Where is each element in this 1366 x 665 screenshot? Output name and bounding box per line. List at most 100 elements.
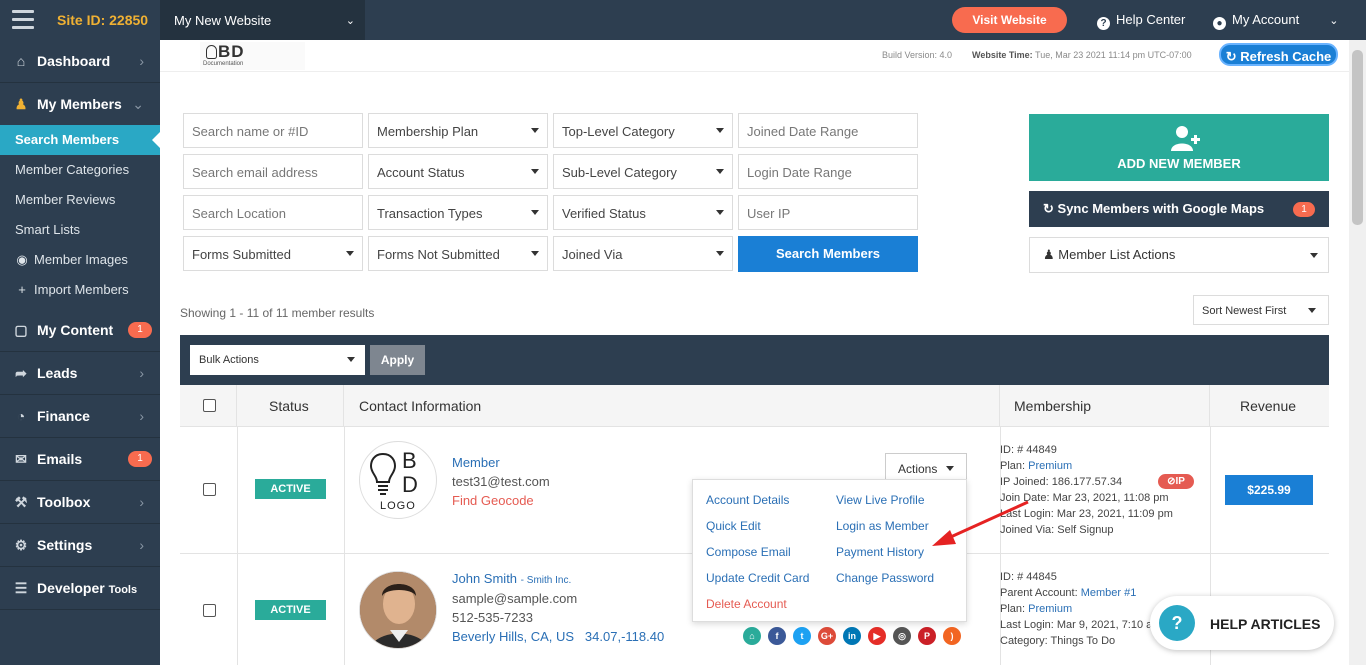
plan-link[interactable]: Premium xyxy=(1028,603,1072,615)
sidebar-item-toolbox[interactable]: ⚒ Toolbox › xyxy=(0,481,160,524)
apply-button[interactable]: Apply xyxy=(370,345,425,375)
joined-via-select[interactable]: Joined Via xyxy=(553,236,733,271)
google-plus-icon[interactable]: G+ xyxy=(818,627,836,645)
caret-down-icon xyxy=(531,210,539,215)
menu-item-compose-email[interactable]: Compose Email xyxy=(706,545,791,559)
sidebar-item-settings[interactable]: ⚙ Settings › xyxy=(0,524,160,567)
site-logo[interactable]: BD Documentation xyxy=(200,42,305,70)
verified-status-select[interactable]: Verified Status xyxy=(553,195,733,230)
help-center-link[interactable]: ? Help Center xyxy=(1097,12,1185,30)
select-label: Forms Submitted xyxy=(192,247,291,262)
sub-level-category-select[interactable]: Sub-Level Category xyxy=(553,154,733,189)
revenue-button[interactable]: $225.99 xyxy=(1225,475,1313,505)
menu-item-change-password[interactable]: Change Password xyxy=(836,571,934,585)
avatar[interactable]: B D LOGO xyxy=(359,441,437,519)
sidebar-item-finance[interactable]: ◔ Finance › xyxy=(0,395,160,438)
twitter-icon[interactable]: t xyxy=(793,627,811,645)
caret-down-icon xyxy=(716,251,724,256)
plan-label: Plan: xyxy=(1000,460,1026,472)
transaction-types-select[interactable]: Transaction Types xyxy=(368,195,548,230)
sidebar-item-my-content[interactable]: ▢ My Content 1 xyxy=(0,309,160,352)
avatar[interactable] xyxy=(359,571,437,649)
sidebar-item-label: Toolbox xyxy=(37,494,91,510)
add-new-member-button[interactable]: ADD NEW MEMBER xyxy=(1029,114,1329,181)
account-status-select[interactable]: Account Status xyxy=(368,154,548,189)
actions-dropdown-button[interactable]: Actions xyxy=(885,453,967,481)
youtube-icon[interactable]: ▶ xyxy=(868,627,886,645)
menu-item-payment-history[interactable]: Payment History xyxy=(836,545,924,559)
menu-item-view-live-profile[interactable]: View Live Profile xyxy=(836,493,925,507)
sidebar-item-member-reviews[interactable]: Member Reviews xyxy=(0,185,160,215)
member-name: John Smith xyxy=(452,571,518,586)
joined-date-range-input[interactable]: Joined Date Range xyxy=(738,113,918,148)
plan-link[interactable]: Premium xyxy=(1028,460,1072,472)
sidebar-item-dashboard[interactable]: ⌂ Dashboard › xyxy=(0,40,160,83)
home-icon[interactable]: ⌂ xyxy=(743,627,761,645)
search-members-button[interactable]: Search Members xyxy=(738,236,918,272)
sidebar-item-my-members[interactable]: ♟ My Members ⌄ xyxy=(0,83,160,126)
select-label: Sub-Level Category xyxy=(562,165,677,180)
search-email-input[interactable]: Search email address xyxy=(183,154,363,189)
member-location-link[interactable]: Beverly Hills, CA, US 34.07,-118.40 xyxy=(452,629,664,644)
member-email: sample@sample.com xyxy=(452,591,578,606)
visit-website-button[interactable]: Visit Website xyxy=(952,7,1067,33)
search-name-input[interactable]: Search name or #ID xyxy=(183,113,363,148)
sidebar-item-smart-lists[interactable]: Smart Lists xyxy=(0,215,160,245)
sidebar-item-search-members[interactable]: Search Members xyxy=(0,125,160,155)
page-scrollbar[interactable] xyxy=(1349,40,1366,665)
row-checkbox[interactable] xyxy=(203,483,216,496)
menu-item-delete-account[interactable]: Delete Account xyxy=(706,597,787,611)
chevron-right-icon: › xyxy=(139,365,144,381)
pinterest-icon[interactable]: P xyxy=(918,627,936,645)
find-geocode-link[interactable]: Find Geocode xyxy=(452,493,534,508)
menu-item-login-as-member[interactable]: Login as Member xyxy=(836,519,929,533)
parent-link[interactable]: Member #1 xyxy=(1081,587,1137,599)
facebook-icon[interactable]: f xyxy=(768,627,786,645)
sort-select[interactable]: Sort Newest First xyxy=(1193,295,1329,325)
login-date-range-input[interactable]: Login Date Range xyxy=(738,154,918,189)
menu-item-quick-edit[interactable]: Quick Edit xyxy=(706,519,761,533)
notification-badge: 1 xyxy=(128,451,152,467)
sidebar-item-member-categories[interactable]: Member Categories xyxy=(0,155,160,185)
my-account-menu[interactable]: ● My Account ⌄ xyxy=(1213,12,1338,30)
ip-block-badge[interactable]: ⊘IP xyxy=(1158,474,1194,489)
hamburger-menu-icon[interactable] xyxy=(12,10,34,30)
help-articles-button[interactable]: ? HELP ARTICLES xyxy=(1150,596,1334,650)
bulk-actions-select[interactable]: Bulk Actions xyxy=(190,345,365,375)
row-checkbox[interactable] xyxy=(203,604,216,617)
scrollbar-thumb[interactable] xyxy=(1352,50,1363,225)
sidebar-item-label: My Members xyxy=(37,96,122,112)
member-name-link[interactable]: John Smith - Smith Inc. xyxy=(452,571,571,586)
member-list-actions-dropdown[interactable]: ♟ Member List Actions xyxy=(1029,237,1329,273)
users-icon: ♟ xyxy=(14,96,28,112)
member-name-link[interactable]: Member xyxy=(452,455,500,470)
sidebar-item-member-images[interactable]: ◉ Member Images xyxy=(0,245,160,275)
user-ip-input[interactable]: User IP xyxy=(738,195,918,230)
menu-item-update-credit-card[interactable]: Update Credit Card xyxy=(706,571,809,585)
sidebar-item-label: Member Reviews xyxy=(15,192,116,207)
select-all-checkbox[interactable] xyxy=(203,399,216,412)
add-user-icon xyxy=(1171,126,1200,151)
header-membership: Membership xyxy=(1000,385,1210,426)
instagram-icon[interactable]: ◎ xyxy=(893,627,911,645)
sync-google-maps-button[interactable]: ↻ Sync Members with Google Maps 1 xyxy=(1029,191,1329,227)
refresh-cache-button[interactable]: ↻ Refresh Cache xyxy=(1219,43,1338,66)
chevron-down-icon: ⌄ xyxy=(1329,15,1339,27)
chevron-right-icon: › xyxy=(139,494,144,510)
menu-item-account-details[interactable]: Account Details xyxy=(706,493,789,507)
website-selector[interactable]: My New Website ⌄ xyxy=(160,0,365,40)
forms-submitted-select[interactable]: Forms Submitted xyxy=(183,236,363,271)
sidebar-item-emails[interactable]: ✉ Emails 1 xyxy=(0,438,160,481)
member-id: ID: # 44849 xyxy=(1000,444,1057,456)
search-location-input[interactable]: Search Location xyxy=(183,195,363,230)
top-level-category-select[interactable]: Top-Level Category xyxy=(553,113,733,148)
member-id: ID: # 44845 xyxy=(1000,571,1057,583)
forms-not-submitted-select[interactable]: Forms Not Submitted xyxy=(368,236,548,271)
sidebar-item-developer-tools[interactable]: ☰ Developer Tools xyxy=(0,567,160,610)
linkedin-icon[interactable]: in xyxy=(843,627,861,645)
sidebar-item-leads[interactable]: ➦ Leads › xyxy=(0,352,160,395)
share-icon: ➦ xyxy=(15,365,27,381)
sidebar-item-import-members[interactable]: + Import Members xyxy=(0,275,160,305)
membership-plan-select[interactable]: Membership Plan xyxy=(368,113,548,148)
rss-icon[interactable]: ) xyxy=(943,627,961,645)
